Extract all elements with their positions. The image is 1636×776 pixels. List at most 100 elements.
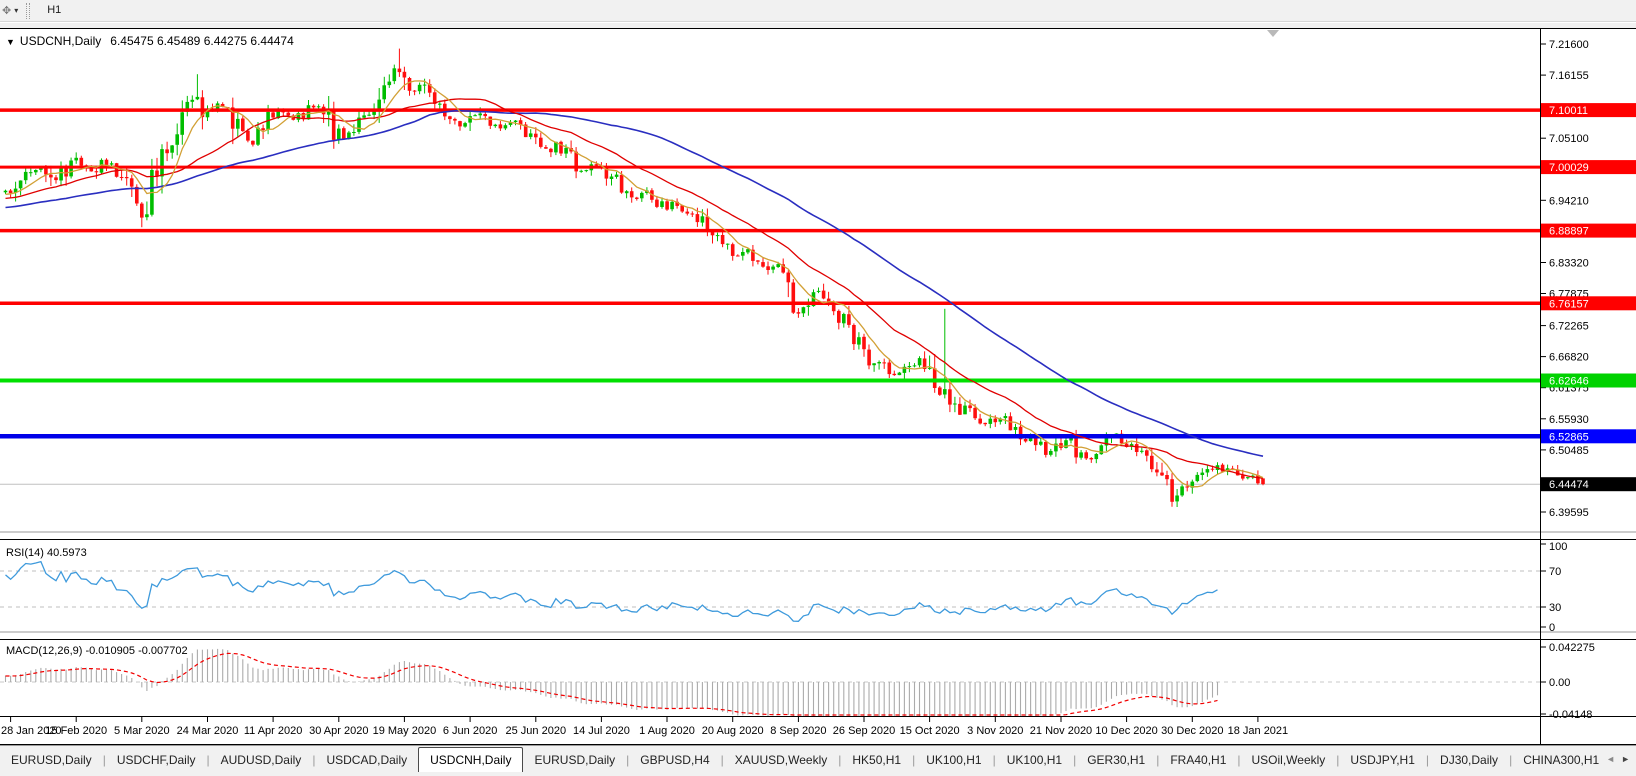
chart-tab-xauusd-weekly[interactable]: XAUUSD,Weekly xyxy=(724,749,838,771)
candle-body xyxy=(317,106,321,107)
chart-canvas[interactable]: ▼USDCNH,Daily6.45475 6.45489 6.44275 6.4… xyxy=(0,28,1636,745)
candle-body xyxy=(499,124,503,128)
candle-body xyxy=(983,423,987,424)
candle-body xyxy=(726,244,730,245)
chart-tab-gbpusd-h4[interactable]: GBPUSD,H4 xyxy=(629,749,720,771)
timeframe-button-h1[interactable]: H1 xyxy=(39,1,76,20)
candle-body xyxy=(382,85,386,99)
candle-body xyxy=(776,264,780,267)
candle-body xyxy=(544,147,548,149)
candle-body xyxy=(483,114,487,116)
chart-tab-hk50-h1[interactable]: HK50,H1 xyxy=(841,749,912,771)
candle-body xyxy=(943,389,947,394)
candle-body xyxy=(898,373,902,376)
macd-label: MACD(12,26,9) -0.010905 -0.007702 xyxy=(6,645,188,657)
candle-body xyxy=(933,368,937,388)
toolbar-grip-handle[interactable] xyxy=(26,3,30,19)
chart-tab-audusd-daily[interactable]: AUDUSD,Daily xyxy=(210,749,313,771)
chart-tabs-bar: EURUSD,Daily|USDCHF,Daily|AUDUSD,Daily|U… xyxy=(0,745,1636,776)
candle-body xyxy=(877,362,881,363)
candle-body xyxy=(105,160,109,165)
candle-body xyxy=(741,252,745,256)
candle-body xyxy=(832,305,836,311)
candle-body xyxy=(1175,496,1179,502)
candle-body xyxy=(160,149,164,176)
chart-tab-uk100-h1[interactable]: UK100,H1 xyxy=(915,749,992,771)
candle-body xyxy=(125,177,129,178)
candle-body xyxy=(756,260,760,261)
candle-body xyxy=(787,273,791,283)
candle-body xyxy=(994,419,998,423)
candle-body xyxy=(1150,456,1154,469)
candle-body xyxy=(478,114,482,116)
price-axis[interactable] xyxy=(1540,28,1636,745)
candle-body xyxy=(817,291,821,292)
candle-body xyxy=(9,191,13,194)
candle-body xyxy=(872,363,876,365)
candle-body xyxy=(564,148,568,154)
candle-body xyxy=(913,365,917,366)
tabs-scroll-right-icon[interactable]: ► xyxy=(1618,752,1633,766)
candle-body xyxy=(1211,469,1215,470)
candle-body xyxy=(862,337,866,349)
candle-body xyxy=(882,362,886,363)
chevron-down-icon: ▾ xyxy=(14,6,18,15)
candle-body xyxy=(630,191,634,197)
candle-body xyxy=(716,235,720,236)
tabs-scroll-left-icon[interactable]: ◄ xyxy=(1603,752,1618,766)
candle-body xyxy=(251,141,255,145)
candle-body xyxy=(706,217,710,230)
chart-tab-usdcnh-daily[interactable]: USDCNH,Daily xyxy=(418,747,523,772)
candle-body xyxy=(837,311,841,323)
candle-body xyxy=(1180,486,1184,495)
candle-body xyxy=(403,72,407,78)
chart-tool-dropdown[interactable]: ✥ ▾ xyxy=(0,4,22,17)
candle-body xyxy=(388,82,392,86)
candle-body xyxy=(130,178,134,186)
candle-body xyxy=(337,129,341,140)
candle-body xyxy=(731,244,735,256)
chart-tab-ger30-h1[interactable]: GER30,H1 xyxy=(1076,749,1156,771)
candle-body xyxy=(246,131,250,141)
chart-tab-usoil-weekly[interactable]: USOil,Weekly xyxy=(1241,749,1337,771)
time-axis[interactable] xyxy=(0,717,1540,745)
chart-tab-eurusd-daily[interactable]: EURUSD,Daily xyxy=(523,749,626,771)
candle-body xyxy=(367,115,371,116)
candle-body xyxy=(287,113,291,116)
candle-body xyxy=(1206,469,1210,472)
candle-body xyxy=(1185,487,1189,488)
chart-tab-dj30-daily[interactable]: DJ30,Daily xyxy=(1429,749,1509,771)
chart-tab-uk100-h1[interactable]: UK100,H1 xyxy=(996,749,1073,771)
candle-body xyxy=(1100,445,1104,454)
chart-tab-usdcad-daily[interactable]: USDCAD,Daily xyxy=(315,749,418,771)
chart-tab-fra40-h1[interactable]: FRA40,H1 xyxy=(1159,749,1237,771)
chart-tabs: EURUSD,Daily|USDCHF,Daily|AUDUSD,Daily|U… xyxy=(0,746,1600,772)
candle-body xyxy=(140,204,144,218)
chart-tab-usdchf-daily[interactable]: USDCHF,Daily xyxy=(106,749,207,771)
candle-body xyxy=(1196,475,1200,481)
candle-body xyxy=(165,149,169,153)
chart-tab-usdjpy-h1[interactable]: USDJPY,H1 xyxy=(1339,749,1425,771)
candle-body xyxy=(261,128,265,130)
candle-body xyxy=(893,374,897,375)
candle-body xyxy=(145,214,149,217)
candle-body xyxy=(342,128,346,138)
candle-body xyxy=(691,214,695,215)
candle-body xyxy=(1140,451,1144,452)
candle-body xyxy=(701,216,705,222)
candle-body xyxy=(494,125,498,126)
candle-body xyxy=(867,350,871,366)
candle-body xyxy=(1049,451,1053,455)
candle-body xyxy=(241,119,245,132)
chart-tab-china300-h1[interactable]: CHINA300,H1 xyxy=(1512,749,1600,771)
candle-body xyxy=(418,85,422,91)
candle-body xyxy=(196,97,200,99)
candle-body xyxy=(888,363,892,375)
chart-tab-eurusd-daily[interactable]: EURUSD,Daily xyxy=(0,749,103,771)
candle-body xyxy=(792,283,796,313)
candle-body xyxy=(989,419,993,424)
candle-body xyxy=(670,202,674,209)
candle-body xyxy=(307,105,311,119)
candle-body xyxy=(1135,444,1139,452)
candle-body xyxy=(504,125,508,128)
